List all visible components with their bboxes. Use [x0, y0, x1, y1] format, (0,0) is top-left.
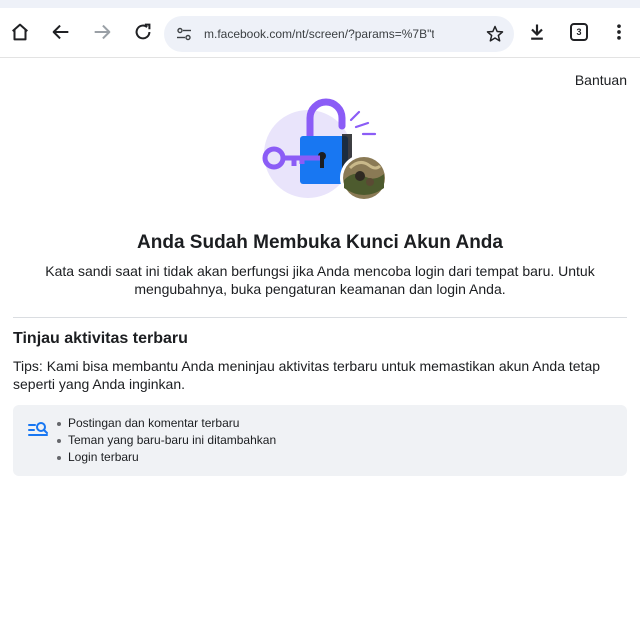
- tab-switcher-button[interactable]: 3: [565, 18, 593, 46]
- address-bar[interactable]: m.facebook.com/nt/screen/?params=%7B"tok…: [164, 16, 514, 52]
- more-menu-button[interactable]: [605, 18, 633, 46]
- reload-icon: [132, 21, 154, 43]
- url-text[interactable]: m.facebook.com/nt/screen/?params=%7B"tok…: [204, 27, 434, 41]
- download-button[interactable]: [523, 18, 551, 46]
- back-button[interactable]: [47, 18, 75, 46]
- tab-count: 3: [576, 27, 582, 37]
- forward-button[interactable]: [88, 18, 116, 46]
- page-subtitle: Kata sandi saat ini tidak akan berfungsi…: [45, 263, 595, 297]
- review-heading: Tinjau aktivitas terbaru: [13, 330, 188, 347]
- home-icon: [9, 21, 31, 43]
- list-item: Login terbaru: [57, 449, 276, 466]
- download-icon: [527, 22, 547, 42]
- avatar: [343, 157, 385, 199]
- tab-switcher-icon: 3: [570, 23, 588, 41]
- browser-toolbar: m.facebook.com/nt/screen/?params=%7B"tok…: [0, 0, 640, 58]
- status-strip: [0, 0, 640, 8]
- section-divider: [13, 317, 627, 318]
- list-item: Postingan dan komentar terbaru: [57, 415, 276, 432]
- search-list-icon: [27, 419, 49, 441]
- review-card[interactable]: Postingan dan komentar terbaru Teman yan…: [13, 405, 627, 476]
- reload-button[interactable]: [129, 18, 157, 46]
- list-item: Teman yang baru-baru ini ditambahkan: [57, 432, 276, 449]
- more-vertical-icon: [609, 22, 629, 42]
- unlock-illustration: [256, 96, 396, 208]
- page-title: Anda Sudah Membuka Kunci Akun Anda: [137, 232, 503, 253]
- review-tips: Tips: Kami bisa membantu Anda meninjau a…: [13, 358, 601, 392]
- arrow-right-icon: [91, 21, 113, 43]
- sparkle-lines: [349, 110, 377, 136]
- star-icon[interactable]: [485, 24, 505, 49]
- review-list: Postingan dan komentar terbaru Teman yan…: [57, 415, 276, 466]
- arrow-left-icon: [50, 21, 72, 43]
- help-link[interactable]: Bantuan: [575, 72, 627, 88]
- home-button[interactable]: [6, 18, 34, 46]
- tune-icon[interactable]: [176, 26, 192, 47]
